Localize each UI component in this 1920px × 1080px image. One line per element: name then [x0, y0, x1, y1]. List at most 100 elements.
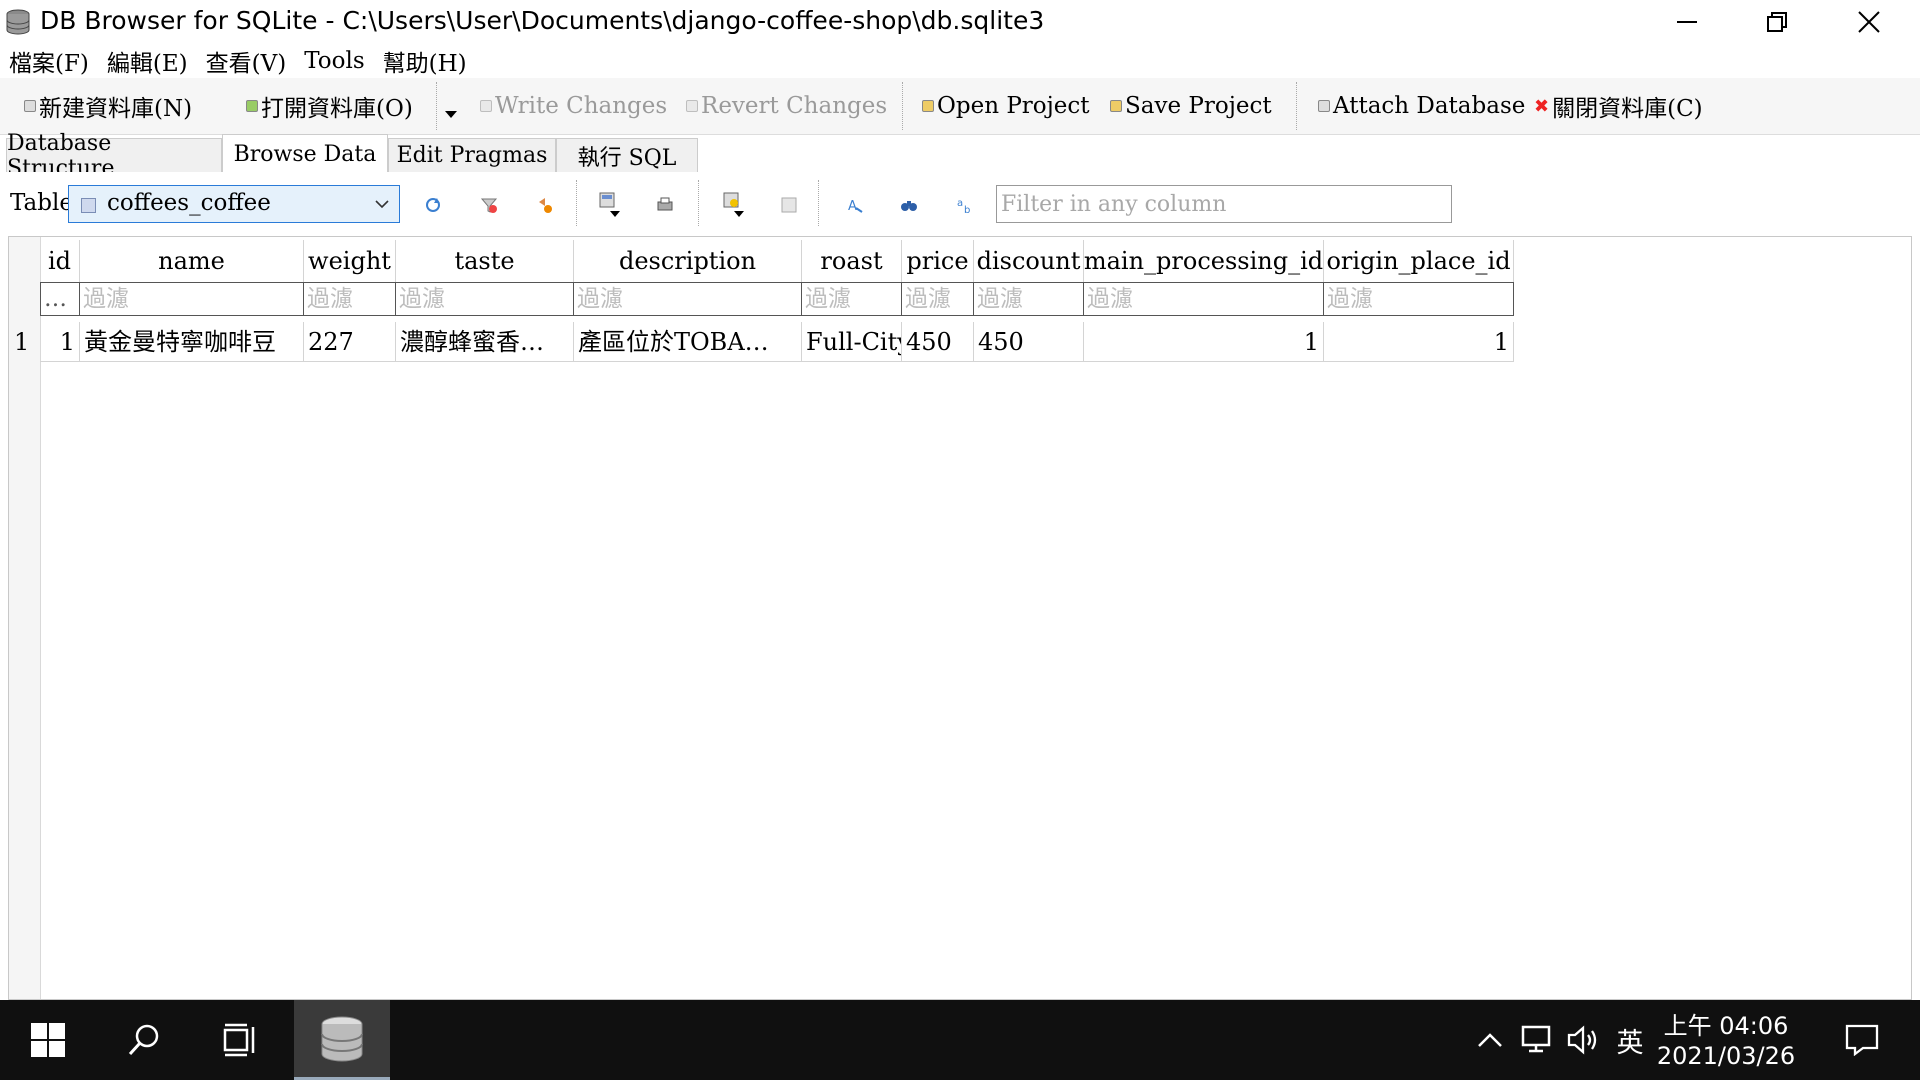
column-header-origin-place-id[interactable]: origin_place_id: [1324, 240, 1514, 282]
table-cell-price[interactable]: 450: [902, 322, 974, 362]
filter-id[interactable]: …: [41, 283, 80, 315]
insert-record-button[interactable]: [722, 192, 744, 217]
column-header-weight[interactable]: weight: [304, 240, 396, 282]
database-icon: [321, 1016, 363, 1061]
open-project-button[interactable]: Open Project: [922, 86, 1090, 126]
selected-table: coffees_coffee: [107, 190, 271, 216]
attach-database-button[interactable]: Attach Database: [1318, 86, 1525, 126]
taskbar-db-browser-app[interactable]: [294, 1000, 390, 1080]
print-button[interactable]: [654, 194, 676, 216]
replace-icon: ab: [957, 198, 970, 214]
print-icon: [657, 197, 673, 211]
write-changes-button[interactable]: Write Changes: [480, 86, 667, 126]
save-project-icon: [1110, 100, 1122, 112]
delete-record-icon: [781, 197, 797, 213]
goto-button[interactable]: ab: [954, 194, 976, 216]
volume-button[interactable]: [1564, 1000, 1604, 1080]
table-select[interactable]: coffees_coffee: [68, 185, 400, 223]
column-header-discount[interactable]: discount: [974, 240, 1084, 282]
filter-description[interactable]: 過濾: [574, 283, 802, 315]
toolbar-separator: [818, 180, 820, 226]
filter-origin-place-id[interactable]: 過濾: [1324, 283, 1513, 315]
table-cell-origin-place-id[interactable]: 1: [1324, 322, 1514, 362]
minimize-button[interactable]: [1642, 0, 1732, 44]
filter-weight[interactable]: 過濾: [304, 283, 396, 315]
filter-name[interactable]: 過濾: [80, 283, 304, 315]
table-cell-roast[interactable]: Full-City: [802, 322, 902, 362]
column-header-roast[interactable]: roast: [802, 240, 902, 282]
table-cell-discount[interactable]: 450: [974, 322, 1084, 362]
clock-date[interactable]: 2021/03/26: [1656, 1042, 1796, 1070]
show-hidden-icons-button[interactable]: [1470, 1000, 1510, 1080]
filter-taste[interactable]: 過濾: [396, 283, 574, 315]
menu-view[interactable]: 查看(V): [206, 44, 287, 78]
delete-record-button[interactable]: [778, 194, 800, 216]
sort-icon: [539, 198, 552, 213]
column-header-name[interactable]: name: [80, 240, 304, 282]
row-number[interactable]: 1: [14, 322, 29, 362]
svg-text:a: a: [957, 198, 963, 209]
menu-edit[interactable]: 編輯(E): [107, 44, 188, 78]
binoculars-icon: [901, 201, 917, 211]
toolbar-separator: [902, 82, 904, 130]
open-database-button[interactable]: 打開資料庫(O): [246, 86, 413, 126]
filter-any-column-input[interactable]: [996, 185, 1452, 223]
save-table-button[interactable]: [598, 192, 620, 217]
save-filter-button[interactable]: [534, 194, 556, 216]
menu-file[interactable]: 檔案(F): [9, 44, 89, 78]
table-cell-main-processing-id[interactable]: 1: [1084, 322, 1324, 362]
close-button[interactable]: [1824, 0, 1914, 44]
dropdown-arrow-icon: [445, 111, 457, 118]
toolbar-separator: [576, 180, 578, 226]
column-header-taste[interactable]: taste: [396, 240, 574, 282]
table-cell-id[interactable]: 1: [40, 322, 80, 362]
open-database-dropdown[interactable]: [444, 86, 458, 126]
task-view-button[interactable]: [192, 1000, 288, 1080]
menu-help[interactable]: 幫助(H): [383, 44, 467, 78]
network-button[interactable]: [1518, 1000, 1558, 1080]
table-cell-name[interactable]: 黃金曼特寧咖啡豆: [80, 322, 304, 362]
tab-execute-sql[interactable]: 執行 SQL: [556, 138, 698, 172]
table-icon: [81, 198, 96, 213]
filter-price[interactable]: 過濾: [902, 283, 974, 315]
save-project-button[interactable]: Save Project: [1110, 86, 1272, 126]
new-database-button[interactable]: 新建資料庫(N): [24, 86, 192, 126]
tab-edit-pragmas[interactable]: Edit Pragmas: [388, 138, 556, 172]
clock-time[interactable]: 上午 04:06: [1656, 1006, 1796, 1041]
revert-changes-button[interactable]: Revert Changes: [686, 86, 887, 126]
table-cell-taste[interactable]: 濃醇蜂蜜香…: [396, 322, 574, 362]
table-cell-weight[interactable]: 227: [304, 322, 396, 362]
ime-indicator[interactable]: 英: [1610, 1000, 1650, 1080]
network-icon: [1521, 1025, 1551, 1053]
close-database-button[interactable]: ✖ 關閉資料庫(C): [1534, 86, 1703, 126]
notifications-button[interactable]: [1834, 1000, 1890, 1080]
filter-roast[interactable]: 過濾: [802, 283, 902, 315]
search-button[interactable]: [96, 1000, 192, 1080]
refresh-button[interactable]: [422, 194, 444, 216]
clear-filter-icon: [480, 198, 498, 213]
insert-record-icon: [723, 192, 744, 217]
filter-main-processing-id[interactable]: 過濾: [1084, 283, 1324, 315]
column-header-description[interactable]: description: [574, 240, 802, 282]
clear-filters-button[interactable]: [478, 194, 500, 216]
find-replace-button[interactable]: [898, 194, 920, 216]
restore-button[interactable]: [1732, 0, 1822, 44]
volume-icon: [1567, 1025, 1597, 1055]
main-toolbar: 新建資料庫(N) 打開資料庫(O) Write Changes Revert C…: [0, 78, 1920, 135]
close-icon: [1858, 11, 1880, 33]
windows-logo-icon: [31, 1023, 65, 1057]
filter-discount[interactable]: 過濾: [974, 283, 1084, 315]
table-cell-description[interactable]: 產區位於TOBA…: [574, 322, 802, 362]
tab-database-structure[interactable]: Database Structure: [6, 131, 222, 181]
column-header-price[interactable]: price: [902, 240, 974, 282]
menu-tools[interactable]: Tools: [304, 48, 364, 74]
notification-icon: [1845, 1024, 1879, 1056]
attach-database-icon: [1318, 100, 1330, 112]
find-button[interactable]: A: [844, 194, 866, 216]
toolbar-separator: [698, 180, 700, 226]
start-button[interactable]: [0, 1000, 96, 1080]
tab-browse-data[interactable]: Browse Data: [222, 134, 388, 173]
column-header-id[interactable]: id: [40, 240, 80, 282]
column-header-main-processing-id[interactable]: main_processing_id: [1084, 240, 1324, 282]
revert-changes-icon: [686, 100, 698, 112]
